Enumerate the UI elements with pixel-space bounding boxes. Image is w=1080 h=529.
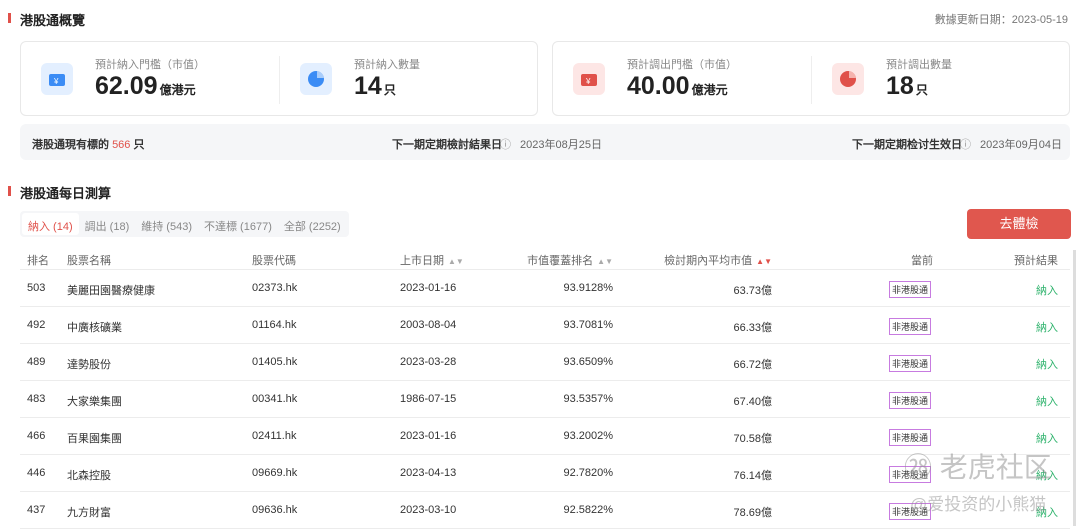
- stock-code: 02411.hk: [252, 430, 297, 442]
- sort-listing-date[interactable]: 上市日期 ▲▼: [400, 252, 464, 268]
- overview-title: 港股通概覽: [8, 10, 85, 29]
- rank: 483: [27, 393, 46, 405]
- stock-code: 01164.hk: [252, 319, 297, 331]
- tab-all[interactable]: 全部 (2252): [278, 213, 347, 235]
- avg-market-cap: 78.69億: [733, 507, 772, 519]
- stock-code: 02373.hk: [252, 282, 298, 294]
- status-badge: 非港股通: [889, 355, 932, 372]
- expected-result: 納入: [1036, 433, 1058, 445]
- pie-chart-icon: [832, 63, 864, 95]
- tab-unqualified[interactable]: 不達標 (1677): [198, 213, 278, 235]
- pie-chart-icon: [300, 63, 332, 95]
- sort-coverage[interactable]: 市值覆蓋排名 ▲▼: [527, 252, 613, 268]
- listing-date: 2003-08-04: [400, 319, 457, 331]
- listing-date: 2023-04-13: [400, 467, 457, 479]
- filter-tabs: 納入 (14) 調出 (18) 維持 (543) 不達標 (1677) 全部 (…: [20, 211, 349, 237]
- inclusion-count: 預計納入數量 14 只: [280, 42, 538, 117]
- scrollbar[interactable]: [1073, 250, 1076, 526]
- rank: 492: [27, 319, 46, 331]
- stock-code: 01405.hk: [252, 356, 298, 368]
- daily-title: 港股通每日測算: [8, 183, 111, 202]
- stock-code: 09636.hk: [252, 504, 298, 516]
- sort-icon: ▲▼: [597, 257, 613, 266]
- tab-maintain[interactable]: 維持 (543): [135, 213, 198, 235]
- exclusion-count: 預計調出數量 18 只: [812, 42, 1070, 117]
- stock-name[interactable]: 百果園集團: [67, 430, 122, 446]
- coverage-rank: 93.2002%: [563, 430, 613, 442]
- info-icon[interactable]: ⓘ: [960, 136, 971, 152]
- wallet-icon: ¥: [41, 63, 73, 95]
- rank: 437: [27, 504, 46, 516]
- tab-include[interactable]: 納入 (14): [22, 213, 79, 235]
- coverage-rank: 92.7820%: [563, 467, 613, 479]
- coverage-rank: 93.6509%: [563, 356, 613, 368]
- inclusion-threshold: ¥ 預計納入門檻（市值） 62.09 億港元: [21, 42, 279, 117]
- coverage-rank: 93.5357%: [563, 393, 613, 405]
- expected-result: 納入: [1036, 359, 1058, 371]
- expected-result: 納入: [1036, 322, 1058, 334]
- table-row[interactable]: 489 達勢股份 01405.hk 2023-03-28 93.6509% 66…: [20, 344, 1070, 381]
- watermark-logo: ㉘ 老虎社区: [904, 452, 1052, 483]
- coverage-rank: 93.9128%: [563, 282, 613, 294]
- avg-market-cap: 66.72億: [733, 359, 772, 371]
- coverage-rank: 93.7081%: [563, 319, 613, 331]
- avg-market-cap: 76.14億: [733, 470, 772, 482]
- update-date: 數據更新日期：2023-05-19: [934, 14, 1068, 26]
- svg-text:¥: ¥: [53, 77, 59, 86]
- exclusion-card: ¥ 預計調出門檻（市值） 40.00 億港元 預計調出數量 18 只: [552, 41, 1070, 116]
- stock-name[interactable]: 美麗田園醫療健康: [67, 282, 155, 298]
- status-badge: 非港股通: [889, 429, 932, 446]
- sort-icon: ▲▼: [448, 257, 464, 266]
- rank: 446: [27, 467, 46, 479]
- rank: 489: [27, 356, 46, 368]
- stock-code: 00341.hk: [252, 393, 298, 405]
- info-bar: 港股通現有標的 566 只 下一期定期檢討結果日 ⓘ 2023年08月25日 下…: [20, 124, 1070, 160]
- health-check-button[interactable]: 去體檢: [967, 209, 1071, 239]
- status-badge: 非港股通: [889, 318, 932, 335]
- sort-avg-cap[interactable]: 檢討期內平均市值 ▲▼: [664, 252, 772, 268]
- wallet-icon: ¥: [573, 63, 605, 95]
- stock-name[interactable]: 中廣核礦業: [67, 319, 122, 335]
- stock-name[interactable]: 九方財富: [67, 504, 111, 520]
- avg-market-cap: 70.58億: [733, 433, 772, 445]
- table-row[interactable]: 492 中廣核礦業 01164.hk 2003-08-04 93.7081% 6…: [20, 307, 1070, 344]
- table-row[interactable]: 503 美麗田園醫療健康 02373.hk 2023-01-16 93.9128…: [20, 270, 1070, 307]
- sort-icon: ▲▼: [756, 257, 772, 266]
- expected-result: 納入: [1036, 285, 1058, 297]
- svg-text:¥: ¥: [585, 77, 591, 86]
- exclusion-threshold: ¥ 預計調出門檻（市值） 40.00 億港元: [553, 42, 811, 117]
- stock-name[interactable]: 達勢股份: [67, 356, 111, 372]
- avg-market-cap: 63.73億: [733, 285, 772, 297]
- inclusion-card: ¥ 預計納入門檻（市值） 62.09 億港元 預計納入數量 14 只: [20, 41, 538, 116]
- avg-market-cap: 66.33億: [733, 322, 772, 334]
- listing-date: 2023-03-10: [400, 504, 457, 516]
- watermark-user: @爱投资的小熊猫: [910, 495, 1047, 514]
- tab-exclude[interactable]: 調出 (18): [79, 213, 136, 235]
- rank: 466: [27, 430, 46, 442]
- stock-code: 09669.hk: [252, 467, 298, 479]
- status-badge: 非港股通: [889, 281, 932, 298]
- info-icon[interactable]: ⓘ: [500, 136, 511, 152]
- listing-date: 2023-01-16: [400, 282, 457, 294]
- listing-date: 1986-07-15: [400, 393, 457, 405]
- status-badge: 非港股通: [889, 392, 932, 409]
- stock-name[interactable]: 大家樂集團: [67, 393, 122, 409]
- listing-date: 2023-01-16: [400, 430, 457, 442]
- expected-result: 納入: [1036, 396, 1058, 408]
- listing-date: 2023-03-28: [400, 356, 457, 368]
- coverage-rank: 92.5822%: [563, 504, 613, 516]
- stock-name[interactable]: 北森控股: [67, 467, 111, 483]
- rank: 503: [27, 282, 46, 294]
- avg-market-cap: 67.40億: [733, 396, 772, 408]
- table-row[interactable]: 483 大家樂集團 00341.hk 1986-07-15 93.5357% 6…: [20, 381, 1070, 418]
